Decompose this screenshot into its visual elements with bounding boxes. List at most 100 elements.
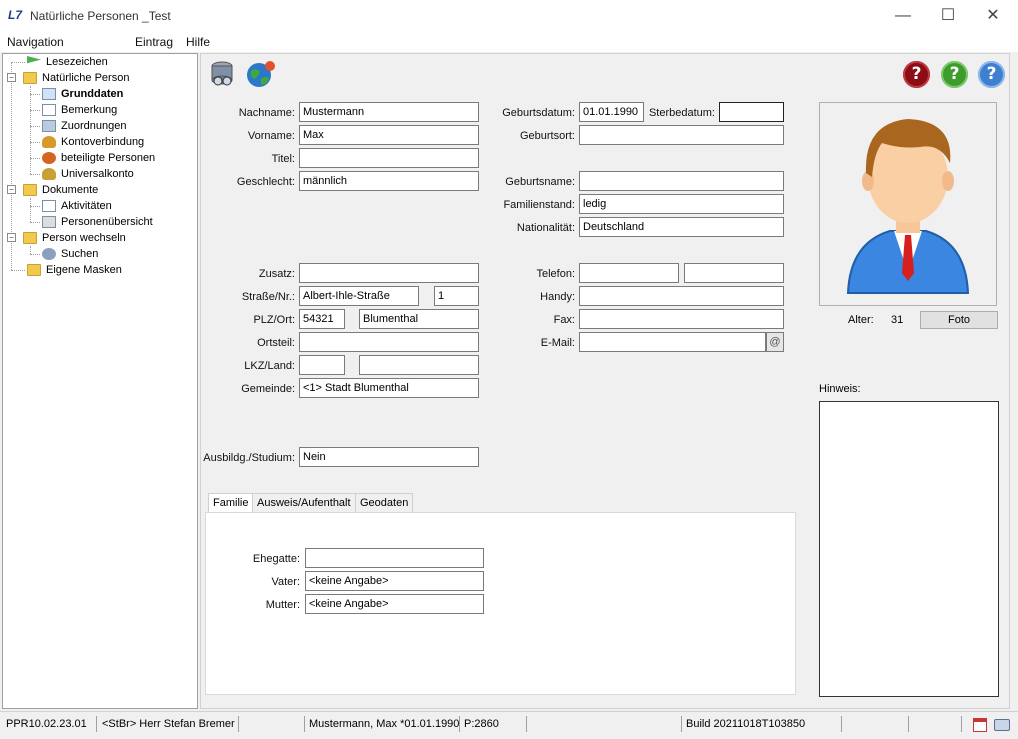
- lkzland-label: LKZ/Land:: [244, 360, 295, 372]
- tree-item-dokumente[interactable]: − Dokumente: [7, 182, 98, 198]
- person-avatar-icon: [846, 119, 970, 294]
- mutter-label: Mutter:: [265, 599, 300, 611]
- assignment-icon: [42, 120, 56, 132]
- telefon-field-1[interactable]: [579, 263, 679, 283]
- tree-item-grunddaten[interactable]: Grunddaten: [30, 86, 124, 102]
- titel-field[interactable]: [299, 148, 479, 168]
- email-at-icon[interactable]: @: [766, 332, 784, 352]
- tree-item-eigene-masken[interactable]: Eigene Masken: [11, 262, 122, 278]
- navigation-tree: Lesezeichen − Natürliche Person Grunddat…: [2, 53, 198, 709]
- folder-icon: [27, 264, 41, 276]
- plz-field[interactable]: 54321: [299, 309, 345, 329]
- calendar-icon[interactable]: [973, 718, 987, 732]
- app-logo-icon: L7: [8, 8, 23, 22]
- telefon-label: Telefon:: [536, 268, 575, 280]
- status-build: Build 20211018T103850: [686, 718, 806, 730]
- maximize-button[interactable]: ☐: [925, 0, 971, 32]
- gemeinde-field[interactable]: <1> Stadt Blumenthal: [299, 378, 479, 398]
- sterbedatum-label: Sterbedatum:: [648, 107, 715, 119]
- tree-item-suchen[interactable]: Suchen: [30, 246, 98, 262]
- geburtsdatum-field[interactable]: 01.01.1990: [579, 102, 644, 122]
- familienstand-label: Familienstand:: [503, 199, 575, 211]
- geburtsort-field[interactable]: [579, 125, 784, 145]
- document-icon: [42, 200, 56, 212]
- ausbildung-label: Ausbildg./Studium:: [203, 452, 295, 464]
- sterbedatum-field[interactable]: [719, 102, 784, 122]
- binoculars-icon: [42, 248, 56, 260]
- folder-icon: [23, 72, 37, 84]
- geschlecht-label: Geschlecht:: [236, 176, 295, 188]
- tree-item-zuordnungen[interactable]: Zuordnungen: [30, 118, 126, 134]
- vorname-field[interactable]: Max: [299, 125, 479, 145]
- telefon-field-2[interactable]: [684, 263, 784, 283]
- tab-ausweis-aufenthalt[interactable]: Ausweis/Aufenthalt: [252, 493, 356, 513]
- ehegatte-field[interactable]: [305, 548, 484, 568]
- ehegatte-label: Ehegatte:: [252, 553, 300, 565]
- collapse-toggle[interactable]: −: [7, 73, 16, 82]
- folder-icon: [23, 232, 37, 244]
- account-icon: [42, 168, 56, 180]
- mail-icon[interactable]: [994, 719, 1010, 731]
- tree-item-universalkonto[interactable]: Universalkonto: [30, 166, 134, 182]
- tab-geodaten[interactable]: Geodaten: [355, 493, 414, 513]
- nationalitaet-label: Nationalität:: [516, 222, 575, 234]
- minimize-button[interactable]: —: [880, 0, 926, 32]
- money-bag-icon: [42, 136, 56, 148]
- overview-icon: [42, 216, 56, 228]
- tree-item-natuerliche-person[interactable]: − Natürliche Person: [7, 70, 129, 86]
- help-blue-button[interactable]: ?: [978, 61, 1005, 88]
- zusatz-field[interactable]: [299, 263, 479, 283]
- tree-item-personenuebersicht[interactable]: Personenübersicht: [30, 214, 153, 230]
- mutter-field[interactable]: <keine Angabe>: [305, 594, 484, 614]
- ortsteil-label: Ortsteil:: [257, 337, 295, 349]
- hausnummer-field[interactable]: 1: [434, 286, 479, 306]
- tree-item-beteiligte-personen[interactable]: beteiligte Personen: [30, 150, 155, 166]
- tree-item-lesezeichen[interactable]: Lesezeichen: [11, 54, 108, 70]
- handy-field[interactable]: [579, 286, 784, 306]
- database-search-icon[interactable]: [208, 59, 236, 87]
- status-p: P:2860: [464, 718, 499, 730]
- hinweis-textarea[interactable]: [819, 401, 999, 697]
- collapse-toggle[interactable]: −: [7, 185, 16, 194]
- ort-field[interactable]: Blumenthal: [359, 309, 479, 329]
- tree-item-kontoverbindung[interactable]: Kontoverbindung: [30, 134, 144, 150]
- lkz-field[interactable]: [299, 355, 345, 375]
- menu-navigation[interactable]: Navigation: [7, 35, 64, 49]
- foto-button[interactable]: Foto: [920, 311, 998, 329]
- help-green-button[interactable]: ?: [941, 61, 968, 88]
- familienstand-field[interactable]: ledig: [579, 194, 784, 214]
- geschlecht-field[interactable]: männlich: [299, 171, 479, 191]
- alter-value: 31: [891, 314, 904, 326]
- tree-item-person-wechseln[interactable]: − Person wechseln: [7, 230, 126, 246]
- note-icon: [42, 104, 56, 116]
- status-user: <StBr> Herr Stefan Bremer: [102, 718, 235, 730]
- strasse-field[interactable]: Albert-Ihle-Straße: [299, 286, 419, 306]
- titel-label: Titel:: [271, 153, 295, 165]
- help-red-button[interactable]: ?: [903, 61, 930, 88]
- ausbildung-field[interactable]: Nein: [299, 447, 479, 467]
- menu-eintrag[interactable]: Eintrag: [135, 35, 173, 49]
- nachname-field[interactable]: Mustermann: [299, 102, 479, 122]
- fax-field[interactable]: [579, 309, 784, 329]
- geburtsname-field[interactable]: [579, 171, 784, 191]
- tab-familie[interactable]: Familie: [208, 493, 254, 514]
- land-field[interactable]: [359, 355, 479, 375]
- ortsteil-field[interactable]: [299, 332, 479, 352]
- zusatz-label: Zusatz:: [258, 268, 295, 280]
- title-bar: L7 Natürliche Personen _Test — ☐ ✕: [0, 0, 1018, 32]
- email-field[interactable]: [579, 332, 766, 352]
- globe-icon[interactable]: [246, 59, 276, 89]
- alter-label: Alter:: [848, 314, 874, 326]
- tree-item-bemerkung[interactable]: Bemerkung: [30, 102, 117, 118]
- nationalitaet-field[interactable]: Deutschland: [579, 217, 784, 237]
- persons-icon: [42, 152, 56, 164]
- vater-field[interactable]: <keine Angabe>: [305, 571, 484, 591]
- window-title: Natürliche Personen _Test: [30, 9, 171, 23]
- close-button[interactable]: ✕: [970, 0, 1016, 32]
- collapse-toggle[interactable]: −: [7, 233, 16, 242]
- menu-hilfe[interactable]: Hilfe: [186, 35, 210, 49]
- hinweis-label: Hinweis:: [819, 383, 861, 395]
- person-photo: [819, 102, 997, 306]
- tree-item-aktivitaeten[interactable]: Aktivitäten: [30, 198, 112, 214]
- vorname-label: Vorname:: [247, 130, 295, 142]
